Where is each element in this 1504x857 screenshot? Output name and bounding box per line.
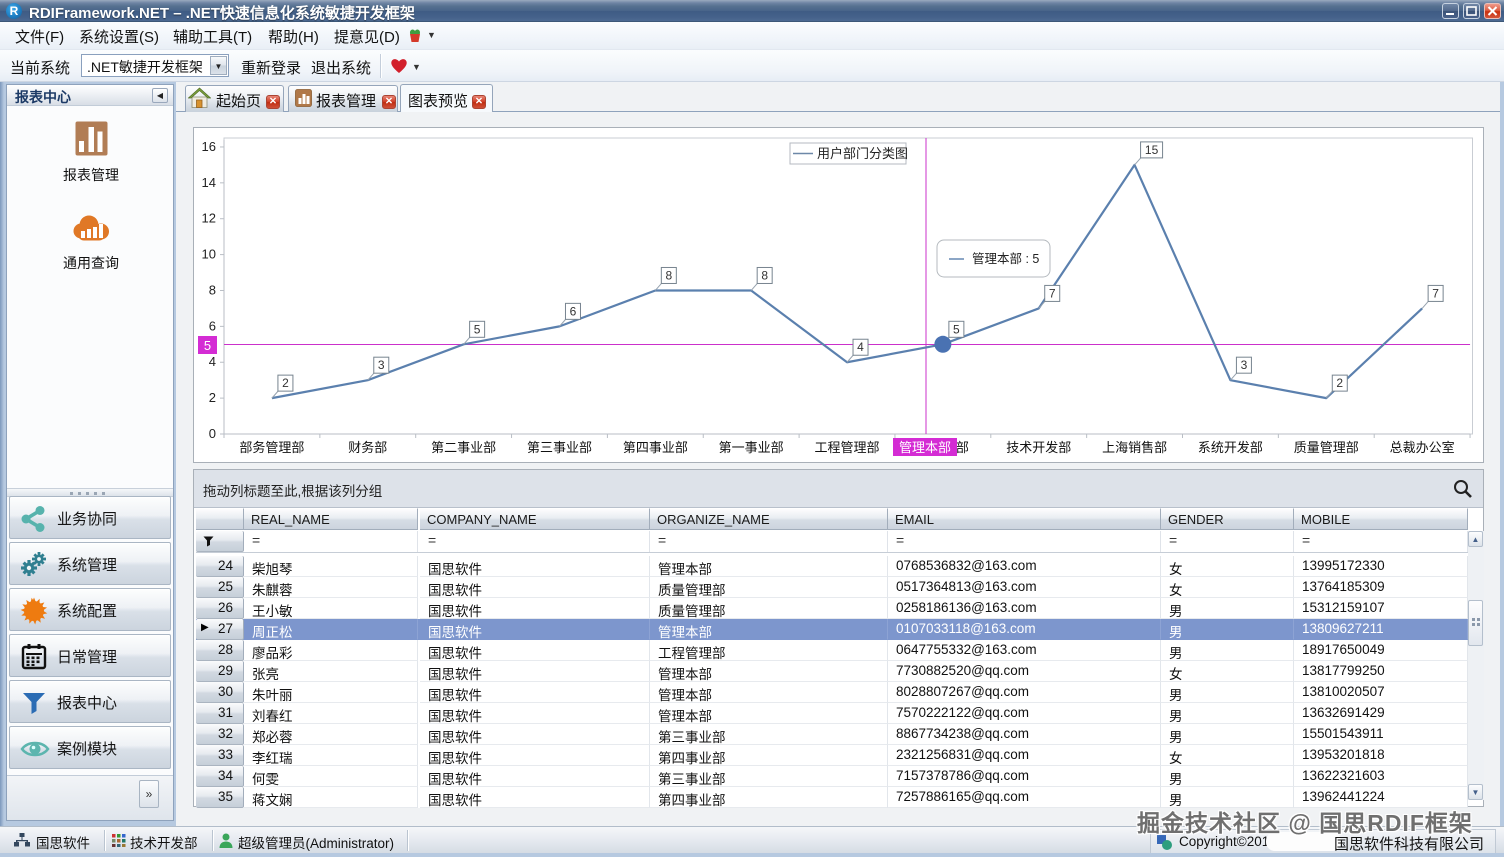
svg-text:8: 8: [761, 268, 768, 282]
svg-text:6: 6: [570, 304, 577, 318]
svg-text:第一事业部: 第一事业部: [719, 440, 784, 455]
svg-text:第二事业部: 第二事业部: [431, 440, 496, 455]
svg-text:16: 16: [202, 139, 216, 154]
svg-text:2: 2: [209, 390, 216, 405]
svg-text:5: 5: [474, 322, 481, 336]
svg-text:2: 2: [282, 376, 289, 390]
svg-text:第四事业部: 第四事业部: [623, 440, 688, 455]
svg-text:5: 5: [953, 322, 960, 336]
svg-text:3: 3: [1241, 358, 1248, 372]
svg-text:8: 8: [665, 268, 672, 282]
svg-text:2: 2: [1336, 376, 1343, 390]
svg-text:部务管理部: 部务管理部: [239, 440, 304, 455]
svg-text:4: 4: [857, 340, 864, 354]
svg-text:10: 10: [202, 247, 216, 262]
svg-text:8: 8: [209, 282, 216, 297]
svg-text:财务部: 财务部: [348, 440, 387, 455]
svg-text:4: 4: [209, 354, 216, 369]
svg-text:管理本部 : 5: 管理本部 : 5: [972, 251, 1039, 266]
svg-text:系统开发部: 系统开发部: [1198, 440, 1263, 455]
svg-text:14: 14: [202, 175, 216, 190]
svg-text:工程管理部: 工程管理部: [815, 440, 880, 455]
svg-text:7: 7: [1432, 286, 1439, 300]
svg-text:6: 6: [209, 318, 216, 333]
svg-text:用户部门分类图: 用户部门分类图: [817, 146, 908, 161]
svg-text:总裁办公室: 总裁办公室: [1390, 440, 1455, 455]
svg-text:第三事业部: 第三事业部: [527, 440, 592, 455]
svg-text:7: 7: [1049, 286, 1056, 300]
svg-text:0: 0: [209, 426, 216, 441]
svg-text:技术开发部: 技术开发部: [1006, 440, 1071, 455]
svg-text:上海销售部: 上海销售部: [1102, 440, 1167, 455]
svg-text:管理本部: 管理本部: [899, 440, 951, 455]
svg-text:质量管理部: 质量管理部: [1294, 440, 1359, 455]
svg-text:15: 15: [1145, 143, 1159, 157]
svg-text:12: 12: [202, 211, 216, 226]
svg-text:3: 3: [378, 358, 385, 372]
svg-text:5: 5: [204, 338, 211, 353]
